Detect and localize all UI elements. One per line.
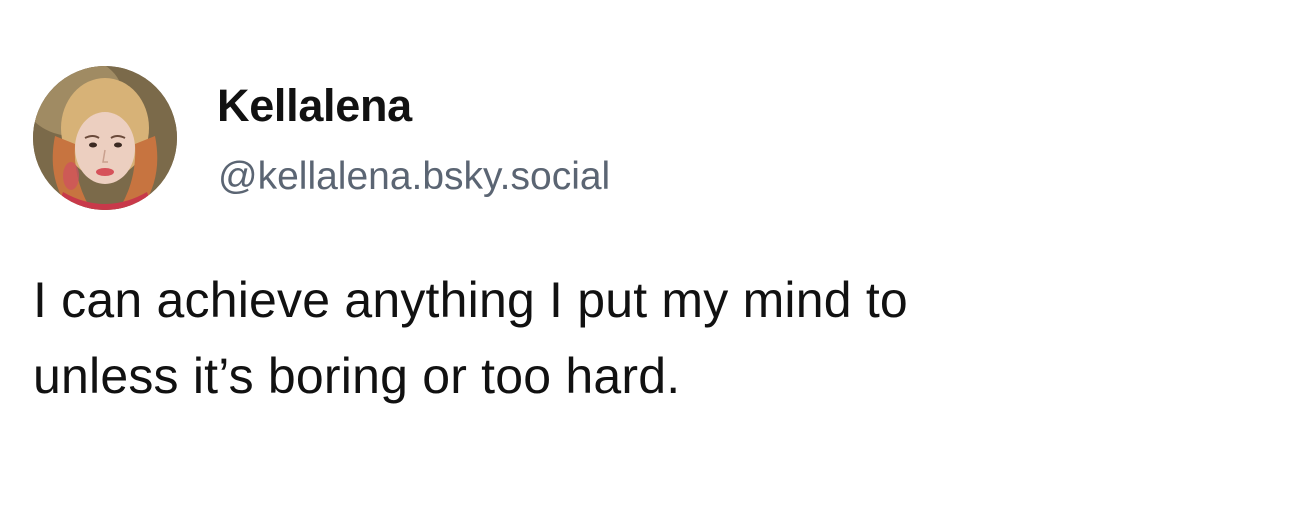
social-post: Kellalena @kellalena.bsky.social I can a…: [0, 0, 1290, 509]
author-avatar[interactable]: [33, 66, 177, 210]
post-text-line-2: unless it’s boring or too hard.: [33, 348, 681, 404]
author-handle[interactable]: @kellalena.bsky.social: [218, 154, 610, 200]
post-text: I can achieve anything I put my mind to …: [33, 262, 1273, 414]
post-text-line-1: I can achieve anything I put my mind to: [33, 272, 908, 328]
avatar-photo-icon: [33, 66, 177, 210]
author-display-name[interactable]: Kellalena: [217, 80, 412, 132]
